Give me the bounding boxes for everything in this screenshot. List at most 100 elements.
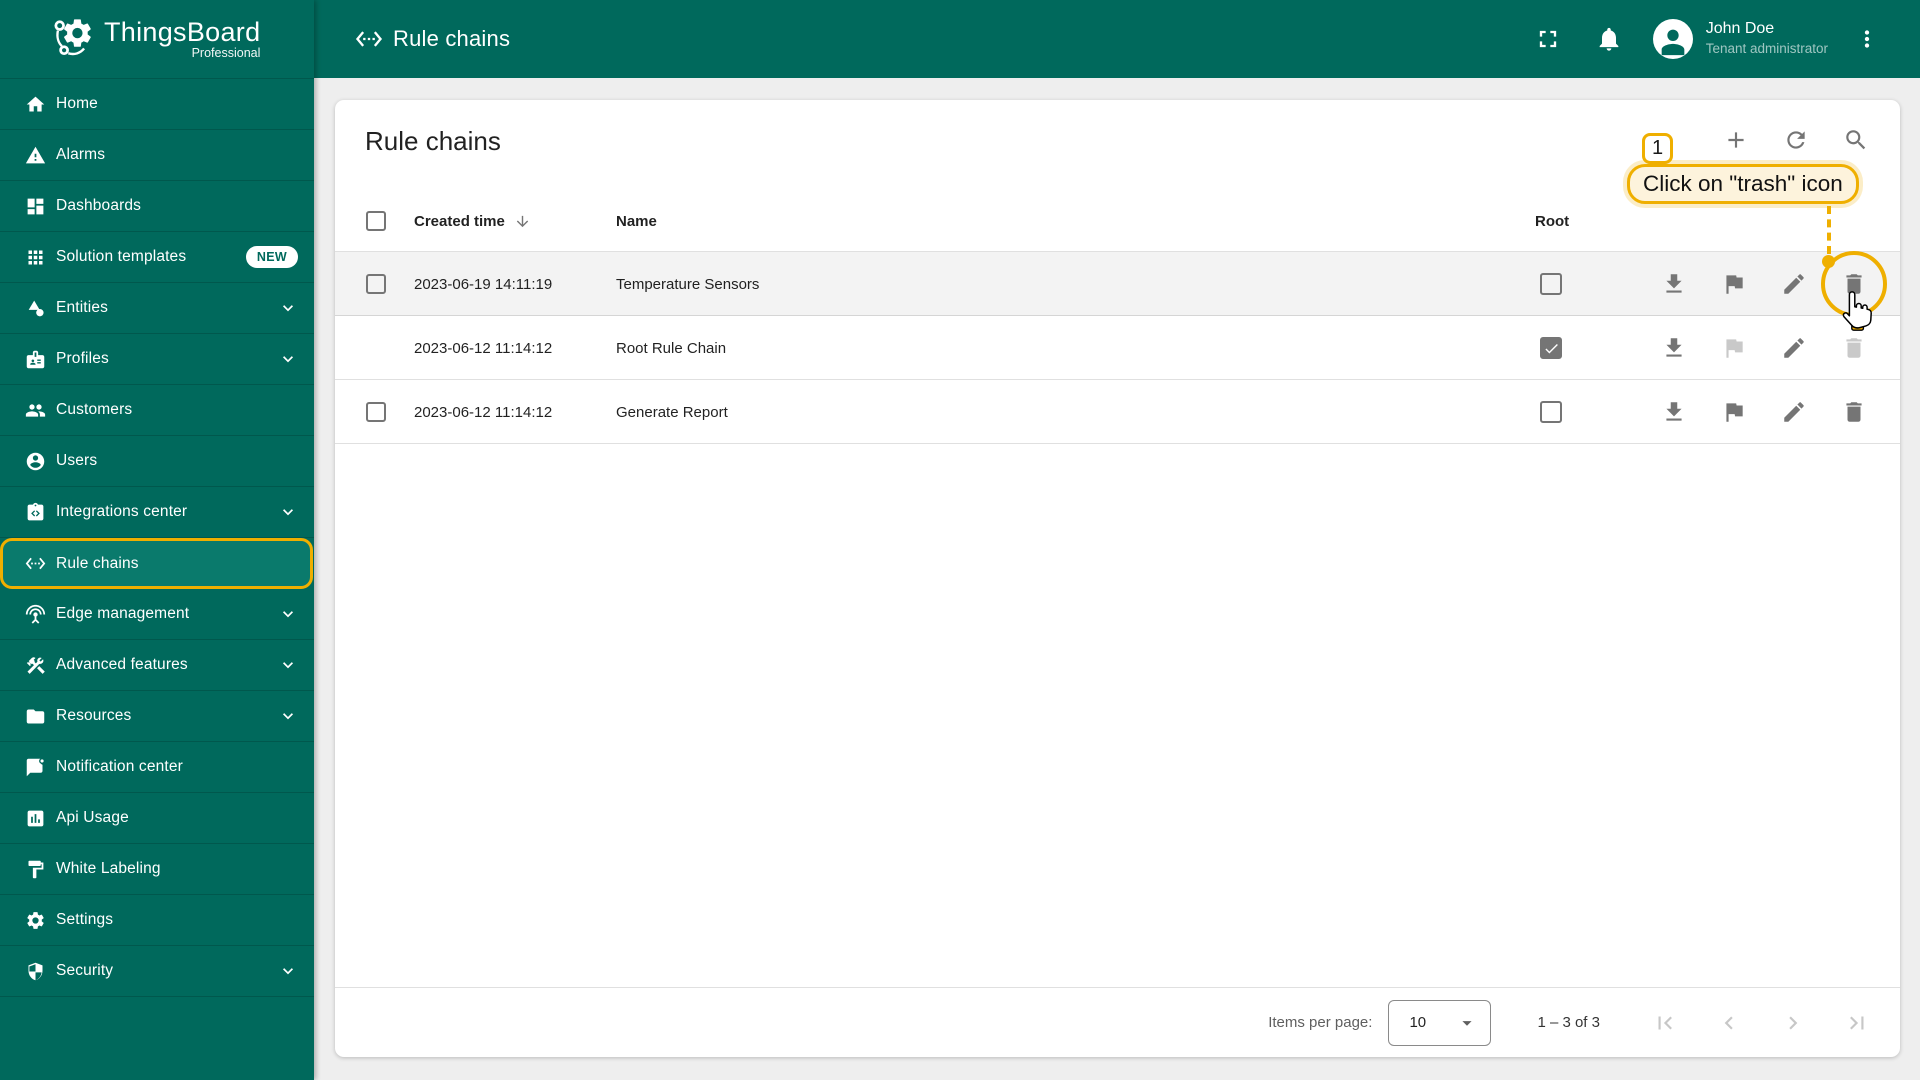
sidebar-item-customers[interactable]: Customers: [0, 385, 314, 436]
table-row[interactable]: 2023-06-12 11:14:12 Root Rule Chain: [335, 316, 1900, 380]
chevron-down-icon: [278, 298, 298, 318]
sidebar-item-white-labeling[interactable]: White Labeling: [0, 844, 314, 895]
card-title: Rule chains: [365, 126, 501, 156]
sidebar-item-users[interactable]: Users: [0, 436, 314, 487]
row-actions: [1661, 316, 1867, 380]
edit-rule-chain-button[interactable]: [1781, 271, 1807, 297]
sidebar-item-entities[interactable]: Entities: [0, 283, 314, 334]
refresh-button[interactable]: [1783, 127, 1809, 153]
sidebar-item-settings[interactable]: Settings: [0, 895, 314, 946]
first-page-button[interactable]: [1652, 1010, 1678, 1036]
chevron-down-icon: [278, 655, 298, 675]
sidebar-item-rule-chains[interactable]: Rule chains: [0, 538, 313, 589]
sidebar-item-notification-center[interactable]: Notification center: [0, 742, 314, 793]
sort-descending-icon: [514, 213, 531, 230]
last-page-button[interactable]: [1844, 1010, 1870, 1036]
user-name: John Doe: [1705, 20, 1775, 37]
next-page-button[interactable]: [1780, 1010, 1806, 1036]
sidebar-item-security[interactable]: Security: [0, 946, 314, 997]
items-per-page-select[interactable]: 10: [1388, 999, 1492, 1046]
rule-chains-icon: [23, 552, 47, 576]
created-time-cell: 2023-06-12 11:14:12: [414, 339, 553, 357]
set-root-flag-button-disabled: [1721, 335, 1747, 361]
table-row[interactable]: 2023-06-19 14:11:19 Temperature Sensors: [335, 252, 1900, 316]
set-root-flag-button[interactable]: [1721, 399, 1747, 425]
edit-rule-chain-button[interactable]: [1781, 399, 1807, 425]
name-cell: Temperature Sensors: [616, 275, 760, 293]
shield-icon: [23, 959, 47, 983]
root-checkbox[interactable]: [1540, 252, 1562, 316]
sidebar-item-edge-management[interactable]: Edge management: [0, 589, 314, 640]
column-header-created-time[interactable]: Created time: [414, 190, 531, 252]
chevron-down-icon: [278, 604, 298, 624]
rule-chains-card: Rule chains Created time Name Root 2023-: [335, 100, 1900, 1057]
annotation-step-number: 1: [1642, 133, 1673, 164]
created-time-cell: 2023-06-12 11:14:12: [414, 403, 553, 421]
badge-icon: [23, 347, 47, 371]
more-options-kebab-button[interactable]: [1854, 26, 1880, 52]
page-title: Rule chains: [393, 26, 511, 51]
chevron-down-icon: [278, 961, 298, 981]
name-cell: Root Rule Chain: [616, 339, 727, 357]
notification-bubble-icon: [23, 755, 47, 779]
rule-chains-breadcrumb-icon: [355, 25, 383, 53]
select-all-checkbox[interactable]: [366, 190, 386, 252]
table-row[interactable]: 2023-06-12 11:14:12 Generate Report: [335, 380, 1900, 444]
home-icon: [23, 92, 47, 116]
sidebar-item-resources[interactable]: Resources: [0, 691, 314, 742]
integration-icon: [23, 500, 47, 524]
root-checkbox[interactable]: [1540, 380, 1562, 444]
fullscreen-button[interactable]: [1534, 25, 1562, 53]
app-logo[interactable]: ThingsBoard Professional: [0, 0, 314, 78]
export-rule-chain-button[interactable]: [1661, 399, 1687, 425]
thingsboard-logo-icon: [52, 15, 96, 64]
add-rule-chain-button[interactable]: [1723, 127, 1749, 153]
sidebar-item-alarms[interactable]: Alarms: [0, 130, 314, 181]
previous-page-button[interactable]: [1716, 1010, 1742, 1036]
set-root-flag-button[interactable]: [1721, 271, 1747, 297]
warning-icon: [23, 143, 47, 167]
table-paginator: Items per page: 10 1 – 3 of 3: [335, 987, 1900, 1057]
edit-rule-chain-button[interactable]: [1781, 335, 1807, 361]
column-header-name[interactable]: Name: [616, 190, 657, 252]
app-edition: Professional: [191, 46, 261, 60]
sidebar-item-dashboards[interactable]: Dashboards: [0, 181, 314, 232]
export-rule-chain-button[interactable]: [1661, 271, 1687, 297]
name-cell: Generate Report: [616, 403, 728, 421]
sidebar-item-profiles[interactable]: Profiles: [0, 334, 314, 385]
delete-rule-chain-button[interactable]: [1841, 399, 1867, 425]
tools-icon: [23, 653, 47, 677]
sidebar-item-solution-templates[interactable]: Solution templates NEW: [0, 232, 314, 283]
bar-chart-icon: [23, 806, 47, 830]
page-range-label: 1 – 3 of 3: [1537, 1014, 1600, 1031]
entities-shapes-icon: [23, 296, 47, 320]
search-icon[interactable]: [1843, 127, 1869, 153]
sidebar-item-integrations-center[interactable]: Integrations center: [0, 487, 314, 538]
chevron-down-icon: [278, 706, 298, 726]
chevron-down-icon: [278, 349, 298, 369]
gear-icon: [23, 908, 47, 932]
column-header-root: Root: [1535, 212, 1570, 230]
root-checkbox[interactable]: [1540, 316, 1562, 380]
row-checkbox[interactable]: [366, 380, 386, 444]
sidebar: ThingsBoard Professional Home Alarms Das…: [0, 0, 314, 1080]
sidebar-item-advanced-features[interactable]: Advanced features: [0, 640, 314, 691]
user-menu[interactable]: John Doe Tenant administrator: [1706, 19, 1828, 59]
app-name: ThingsBoard: [104, 17, 261, 47]
row-actions: [1661, 380, 1867, 444]
user-avatar[interactable]: [1652, 19, 1693, 59]
sidebar-item-home[interactable]: Home: [0, 79, 314, 130]
notifications-bell-button[interactable]: [1595, 25, 1623, 53]
chevron-down-icon: [278, 502, 298, 522]
sidebar-menu: Home Alarms Dashboards Solution template…: [0, 78, 314, 997]
sidebar-item-api-usage[interactable]: Api Usage: [0, 793, 314, 844]
antenna-icon: [23, 602, 47, 626]
apps-grid-icon: [23, 245, 47, 269]
top-bar: Rule chains John Doe Tenant administrato…: [314, 0, 1920, 78]
folder-icon: [23, 704, 47, 728]
pager-buttons: [1652, 1010, 1870, 1036]
paint-roller-icon: [23, 857, 47, 881]
export-rule-chain-button[interactable]: [1661, 335, 1687, 361]
row-checkbox[interactable]: [366, 252, 386, 316]
table-toolbar: [1723, 127, 1869, 153]
